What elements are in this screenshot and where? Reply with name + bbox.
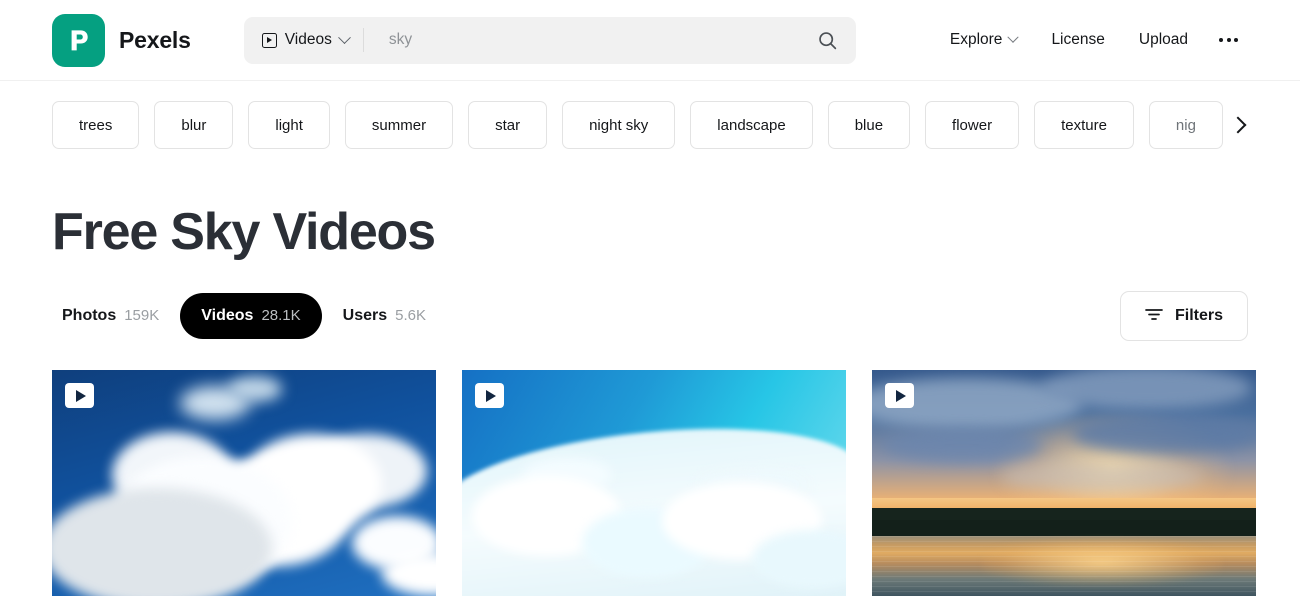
tag-chip[interactable]: blue — [827, 101, 911, 149]
tag-chip-label: blue — [854, 116, 884, 134]
site-header: Pexels Videos sky Explore License Upload — [0, 0, 1300, 81]
tab-users-label: Users — [342, 307, 388, 324]
ellipsis-horizontal-icon[interactable] — [1205, 38, 1248, 42]
tab-videos-label: Videos — [201, 307, 254, 324]
play-badge-icon[interactable] — [475, 383, 504, 408]
tag-chip[interactable]: landscape — [690, 101, 813, 149]
video-thumbnail — [462, 370, 846, 596]
video-result-card[interactable] — [872, 370, 1256, 596]
main-nav: Explore License Upload — [933, 31, 1248, 49]
filter-lines-icon — [1145, 307, 1163, 326]
tab-videos-count: 28.1K — [261, 307, 301, 324]
search-submit-button[interactable] — [800, 17, 856, 64]
tag-chip-label: trees — [79, 116, 113, 134]
result-type-tabs: Photos 159K Videos 28.1K Users 5.6K Filt… — [52, 291, 1248, 341]
brand-name: Pexels — [119, 26, 191, 53]
tag-chip-label: blur — [181, 116, 207, 134]
tab-users[interactable]: Users 5.6K — [322, 293, 447, 339]
tag-chip-label: nig — [1175, 116, 1196, 134]
related-tags-list[interactable]: trees blur light summer star night sky l… — [0, 81, 1300, 149]
related-tags-bar: trees blur light summer star night sky l… — [0, 81, 1300, 151]
tag-chip[interactable]: flower — [925, 101, 1020, 149]
tag-chip[interactable]: blur — [154, 101, 234, 149]
tab-photos[interactable]: Photos 159K — [52, 293, 180, 339]
tab-videos[interactable]: Videos 28.1K — [180, 293, 322, 339]
tag-chip-label: light — [275, 116, 303, 134]
tag-chip[interactable]: texture — [1034, 101, 1134, 149]
tag-chip[interactable]: trees — [52, 101, 140, 149]
tag-chip[interactable]: light — [248, 101, 330, 149]
tag-chip[interactable]: night sky — [562, 101, 676, 149]
tag-chip-label: night sky — [589, 116, 649, 134]
video-result-card[interactable] — [52, 370, 436, 596]
video-results-grid — [52, 370, 1256, 596]
nav-item-license[interactable]: License — [1034, 31, 1121, 49]
play-badge-icon[interactable] — [885, 383, 914, 408]
search-input[interactable]: sky — [364, 31, 800, 49]
nav-item-explore-label: Explore — [949, 31, 1003, 48]
video-result-card[interactable] — [462, 370, 846, 596]
filters-button-label: Filters — [1174, 307, 1223, 324]
media-type-label: Videos — [284, 31, 332, 48]
tag-chip-label: landscape — [717, 116, 786, 134]
tag-chip[interactable]: summer — [344, 101, 454, 149]
chevron-down-icon — [1007, 31, 1020, 43]
chevron-down-icon — [337, 30, 351, 44]
nav-item-explore[interactable]: Explore — [933, 31, 1035, 49]
nav-item-license-label: License — [1051, 31, 1105, 48]
tag-chip-label: summer — [371, 116, 427, 134]
video-thumbnail — [52, 370, 436, 596]
page-title: Free Sky Videos — [52, 203, 436, 261]
brand-home-link[interactable]: Pexels — [52, 13, 191, 67]
video-play-box-icon — [261, 32, 277, 48]
play-badge-icon[interactable] — [65, 383, 94, 408]
tag-chip[interactable]: nig — [1148, 101, 1223, 149]
media-type-select[interactable]: Videos — [244, 17, 363, 64]
tag-chip-label: flower — [952, 116, 993, 134]
tab-photos-label: Photos — [62, 307, 117, 324]
filters-button[interactable]: Filters — [1119, 291, 1248, 341]
search-bar: Videos sky — [243, 16, 856, 64]
chevron-right-icon[interactable] — [1228, 115, 1248, 135]
tag-chip-label: star — [495, 116, 521, 134]
tag-chip-label: texture — [1061, 116, 1107, 134]
video-thumbnail — [872, 370, 1256, 596]
pexels-p-logo-icon — [52, 13, 105, 67]
tab-photos-count: 159K — [124, 307, 160, 324]
tab-users-count: 5.6K — [395, 307, 426, 324]
nav-item-upload[interactable]: Upload — [1122, 31, 1205, 49]
nav-item-upload-label: Upload — [1138, 31, 1188, 48]
tag-chip[interactable]: star — [468, 101, 548, 149]
